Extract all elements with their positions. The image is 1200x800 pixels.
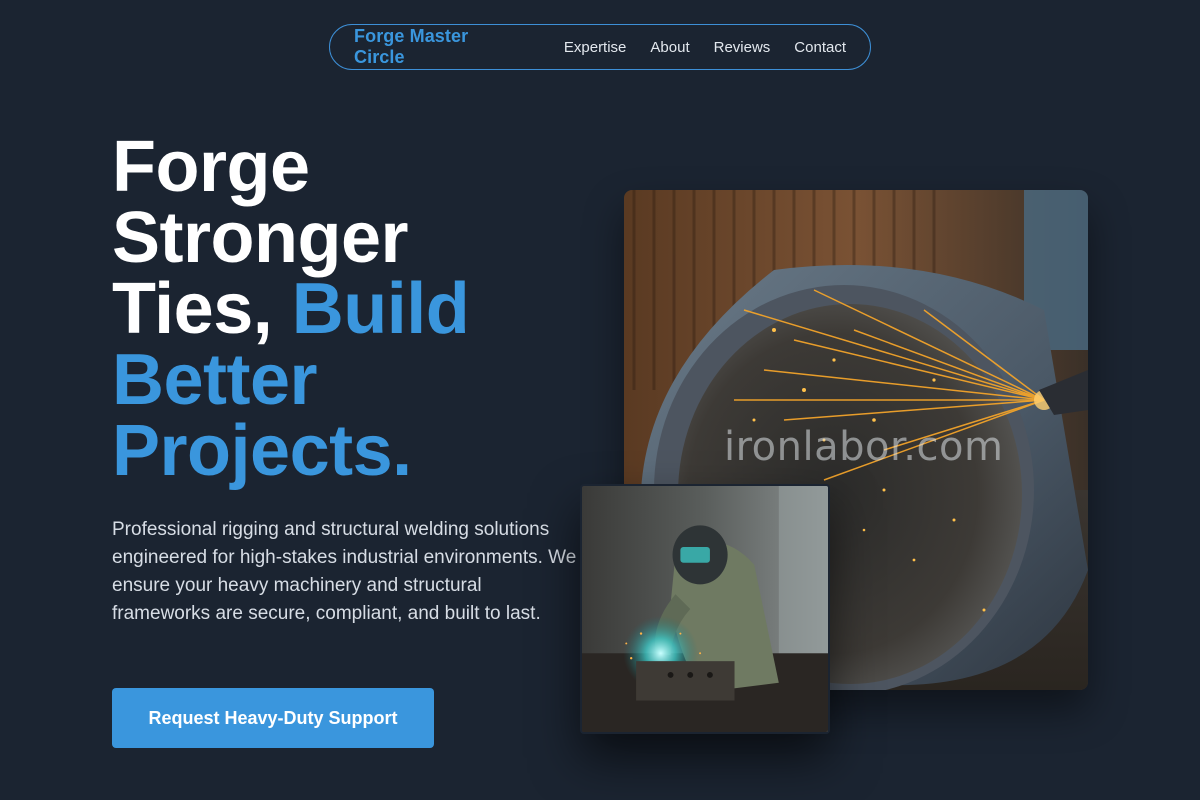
nav-links: Expertise About Reviews Contact [564,39,846,56]
nav-link-reviews[interactable]: Reviews [714,39,771,56]
landing-page: Forge Master Circle Expertise About Revi… [0,0,1200,800]
inset-photo-graphic [582,486,828,732]
top-nav: Forge Master Circle Expertise About Revi… [329,24,871,70]
nav-link-contact[interactable]: Contact [794,39,846,56]
hero-headline: Forge Stronger Ties, Build Better Projec… [112,131,582,487]
nav-link-about[interactable]: About [650,39,689,56]
inset-photo-welder [580,484,830,734]
hero-description: Professional rigging and structural weld… [112,519,577,624]
nav-link-expertise[interactable]: Expertise [564,39,627,56]
image-watermark: ironlabor.com [724,424,1004,470]
request-support-button[interactable]: Request Heavy-Duty Support [112,688,434,748]
brand-logo-link[interactable]: Forge Master Circle [354,26,524,68]
